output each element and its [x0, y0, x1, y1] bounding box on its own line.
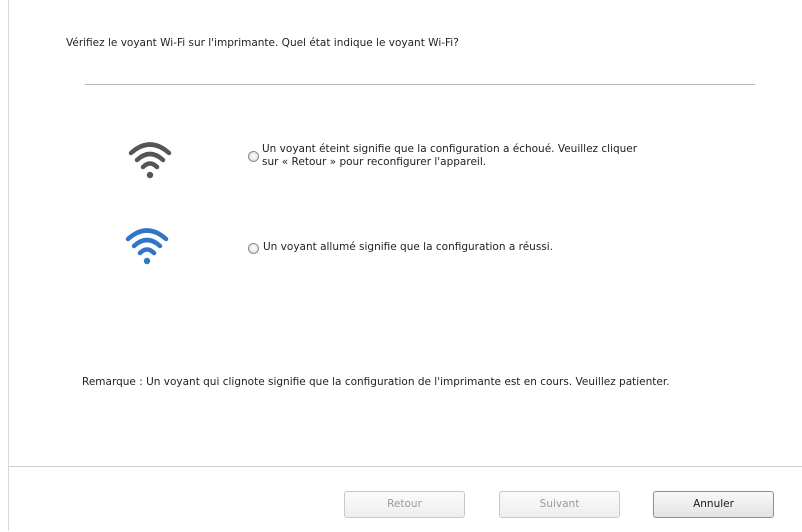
divider [85, 84, 755, 85]
wizard-content: Vérifiez le voyant Wi-Fi sur l'imprimant… [9, 0, 802, 466]
option-light-off-line2: sur « Retour » pour reconfigurer l'appar… [262, 156, 487, 168]
button-bar: Retour Suivant Annuler [9, 466, 802, 532]
wifi-off-icon [128, 142, 172, 179]
option-light-on[interactable]: Un voyant allumé signifie que la configu… [248, 241, 553, 254]
wizard-window: Vérifiez le voyant Wi-Fi sur l'imprimant… [8, 0, 802, 532]
option-light-off-label: Un voyant éteint signifie que la configu… [262, 143, 637, 169]
wifi-on-icon [125, 228, 169, 265]
radio-light-off[interactable] [248, 151, 259, 162]
cancel-button[interactable]: Annuler [653, 491, 774, 518]
option-light-on-label: Un voyant allumé signifie que la configu… [263, 241, 553, 254]
back-button[interactable]: Retour [344, 491, 465, 518]
radio-light-on[interactable] [248, 243, 259, 254]
remark-text: Remarque : Un voyant qui clignote signif… [82, 376, 670, 388]
option-light-off-line1: Un voyant éteint signifie que la configu… [262, 143, 638, 155]
option-light-on-line1: Un voyant allumé signifie que la configu… [263, 241, 554, 253]
next-button[interactable]: Suivant [499, 491, 620, 518]
question-text: Vérifiez le voyant Wi-Fi sur l'imprimant… [66, 37, 459, 49]
option-light-off[interactable]: Un voyant éteint signifie que la configu… [248, 143, 637, 169]
